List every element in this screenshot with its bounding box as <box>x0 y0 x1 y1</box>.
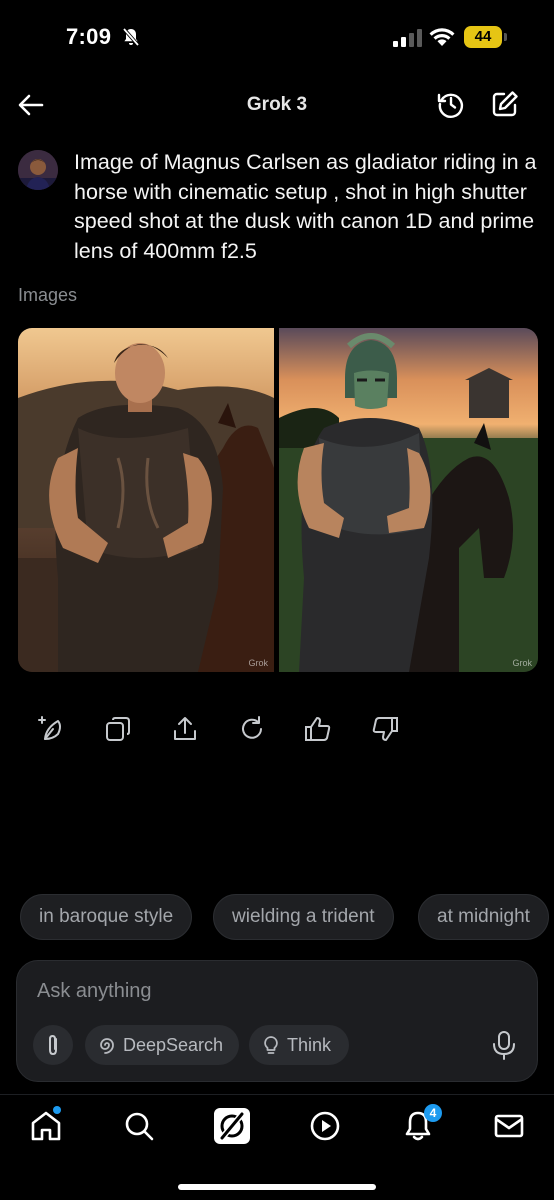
edit-icon[interactable] <box>490 89 520 119</box>
notification-count-badge: 4 <box>424 1104 442 1122</box>
dislike-button[interactable] <box>370 714 400 744</box>
history-icon[interactable] <box>436 89 466 119</box>
thumbs-down-icon <box>372 717 398 741</box>
home-icon[interactable] <box>29 1109 63 1143</box>
status-bar: 7:09 44 <box>0 0 554 74</box>
regenerate-button[interactable] <box>237 714 267 744</box>
paperclip-icon <box>49 1034 57 1056</box>
composer: Ask anything DeepSearch Think <box>16 960 538 1082</box>
watermark: Grok <box>512 658 532 668</box>
thumbs-up-icon <box>305 717 331 741</box>
mail-icon[interactable] <box>492 1109 526 1143</box>
user-prompt: Image of Magnus Carlsen as gladiator rid… <box>74 150 537 263</box>
think-button[interactable]: Think <box>249 1025 349 1065</box>
battery-indicator: 44 <box>464 26 508 48</box>
home-badge <box>53 1106 61 1114</box>
like-button[interactable] <box>303 714 333 744</box>
microphone-icon[interactable] <box>489 1029 519 1061</box>
gladiator-image-2 <box>279 328 538 672</box>
page-title: Grok 3 <box>246 94 308 115</box>
images-label: Images <box>18 285 78 305</box>
battery-tip <box>504 33 507 41</box>
battery-level: 44 <box>464 26 502 48</box>
suggestion-chip[interactable]: wielding a trident <box>213 894 394 940</box>
play-icon[interactable] <box>308 1109 342 1143</box>
avatar[interactable] <box>18 150 58 190</box>
gladiator-image-1 <box>18 328 274 672</box>
deepsearch-button[interactable]: DeepSearch <box>85 1025 239 1065</box>
edit-image-icon <box>38 716 61 740</box>
attach-button[interactable] <box>33 1025 73 1065</box>
suggestion-chips: in baroque style wielding a trident at m… <box>0 894 554 942</box>
copy-button[interactable] <box>103 714 133 744</box>
watermark: Grok <box>248 658 268 668</box>
image-grid: Grok Grok <box>18 328 538 672</box>
share-icon <box>174 717 196 740</box>
suggestion-chip[interactable]: in baroque style <box>20 894 193 940</box>
think-label: Think <box>287 1035 332 1055</box>
grok-icon[interactable] <box>213 1107 251 1145</box>
search-icon[interactable] <box>122 1109 156 1143</box>
status-time: 7:09 <box>66 24 112 49</box>
avatar-image <box>18 150 58 190</box>
deepsearch-label: DeepSearch <box>123 1035 224 1055</box>
generated-image-2[interactable]: Grok <box>279 328 538 672</box>
home-indicator <box>178 1184 376 1190</box>
copy-icon <box>106 717 130 741</box>
share-button[interactable] <box>170 714 200 744</box>
signal-icon <box>393 29 422 47</box>
generated-image-1[interactable]: Grok <box>18 328 274 672</box>
ask-input[interactable]: Ask anything <box>37 980 152 1003</box>
lightbulb-icon <box>264 1036 278 1054</box>
response-actions <box>0 714 554 750</box>
header: Grok 3 <box>0 74 554 134</box>
edit-image-button[interactable] <box>36 714 66 744</box>
suggestion-chip[interactable]: at midnight <box>418 894 549 940</box>
regenerate-icon <box>242 716 262 739</box>
deepsearch-icon <box>100 1038 114 1054</box>
bell-off-icon <box>122 27 140 47</box>
wifi-icon <box>429 28 455 46</box>
